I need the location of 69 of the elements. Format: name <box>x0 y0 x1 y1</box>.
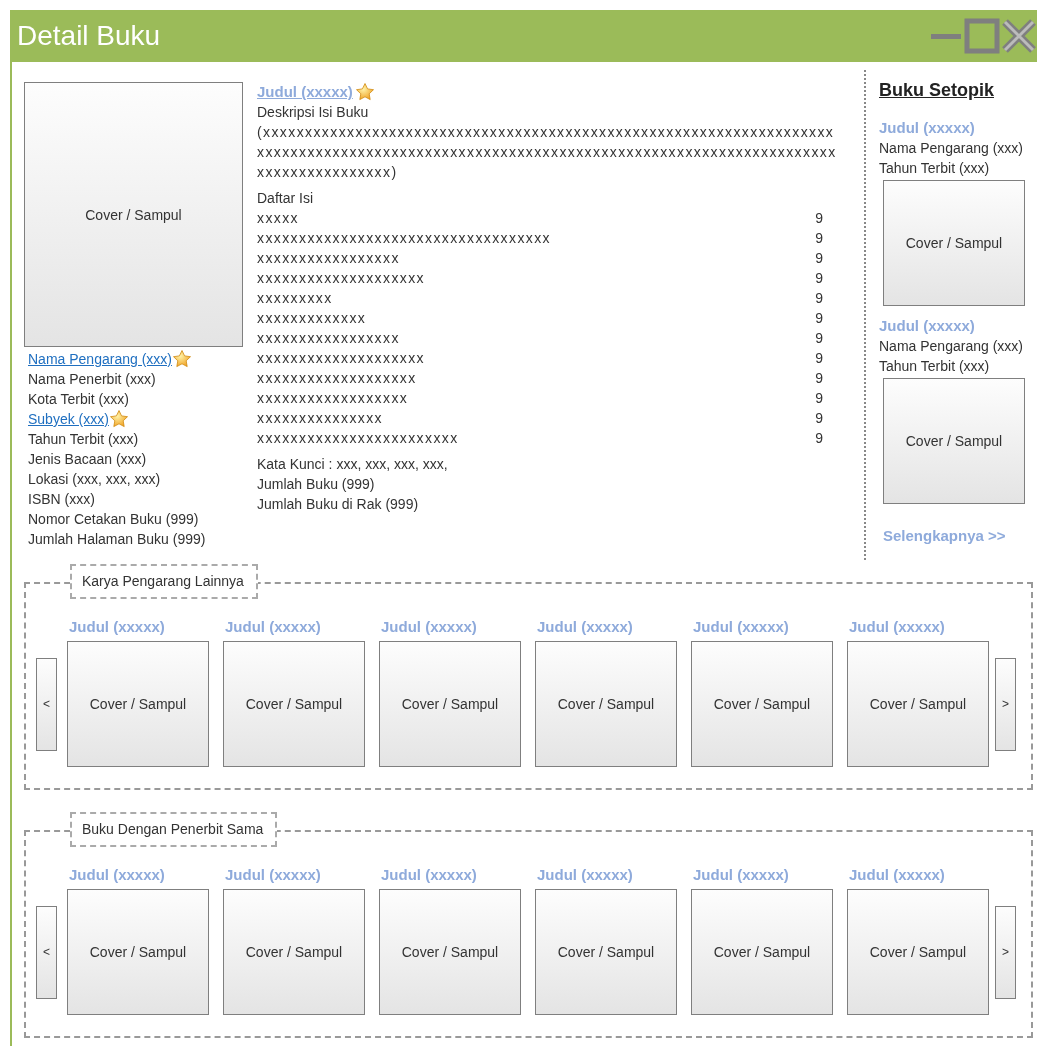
book-info-text: Kata Kunci : xxx, xxx, xxx, xxx, <box>257 455 449 474</box>
toc-entry: xxxxxxxxxxxxxxxxxx <box>257 389 409 408</box>
description-heading: Deskripsi Isi Buku <box>257 103 370 122</box>
close-icon[interactable] <box>1001 17 1037 55</box>
year-text: Tahun Terbit (xxx) <box>879 159 991 178</box>
book-info-text: Jumlah Buku (999) <box>257 475 376 494</box>
book-info-text: Jumlah Buku di Rak (999) <box>257 495 420 514</box>
book-cover[interactable]: Cover / Sampul <box>379 641 521 767</box>
section-label: Karya Pengarang Lainnya <box>70 564 258 599</box>
book-cover[interactable]: Cover / Sampul <box>67 641 209 767</box>
detail-text: Jumlah Halaman Buku (999) <box>28 531 206 547</box>
toc-entry: xxxxxxxxxxxxxxx <box>257 409 383 428</box>
detail-text: Kota Terbit (xxx) <box>28 391 129 407</box>
book-cover[interactable]: Cover / Sampul <box>535 641 677 767</box>
page-number: 9 <box>815 429 824 448</box>
detail-text: Nama Penerbit (xxx) <box>28 371 156 387</box>
toc-entry: xxxxxxxxxxxxx <box>257 309 367 328</box>
book-cover[interactable]: Cover / Sampul <box>847 889 989 1015</box>
detail-link[interactable]: Nama Pengarang (xxx) <box>28 351 172 367</box>
page-number: 9 <box>815 249 824 268</box>
book-cover[interactable]: Cover / Sampul <box>379 889 521 1015</box>
previous-button[interactable]: < <box>36 905 57 999</box>
year-text: Tahun Terbit (xxx) <box>879 357 991 376</box>
next-button[interactable]: > <box>995 905 1016 999</box>
toc-entry: xxxxx <box>257 209 299 228</box>
book-cover: Cover / Sampul <box>24 82 243 347</box>
page-number: 9 <box>815 209 824 228</box>
detail-text: Tahun Terbit (xxx) <box>28 431 139 447</box>
book-cover[interactable]: Cover / Sampul <box>691 889 833 1015</box>
page-number: 9 <box>815 409 824 428</box>
toc-entry: xxxxxxxxxxxxxxxxx <box>257 249 400 268</box>
section-label: Buku Dengan Penerbit Sama <box>70 812 278 847</box>
page-number: 9 <box>815 229 824 248</box>
toc-entry: xxxxxxxxxxxxxxxxxxxxxxxx <box>257 429 459 448</box>
next-button[interactable]: > <box>995 657 1016 751</box>
toc-entry: xxxxxxxxxxxxxxxxxxxx <box>257 349 425 368</box>
toc-heading: Daftar Isi <box>257 189 314 208</box>
toc-entry: xxxxxxxxxxxxxxxxxxxxxxxxxxxxxxxxxxx <box>257 229 551 248</box>
book-cover[interactable]: Cover / Sampul <box>883 180 1025 306</box>
detail-text: Nomor Cetakan Buku (999) <box>28 511 199 527</box>
previous-button[interactable]: < <box>36 657 57 751</box>
page-number: 9 <box>815 389 824 408</box>
detail-text: Lokasi (xxx, xxx, xxx) <box>28 471 161 487</box>
book-cover[interactable]: Cover / Sampul <box>847 641 989 767</box>
detail-text: ISBN (xxx) <box>28 491 95 507</box>
toc-entry: xxxxxxxxxxxxxxxxxxx <box>257 369 417 388</box>
book-cover[interactable]: Cover / Sampul <box>223 641 365 767</box>
book-cover[interactable]: Cover / Sampul <box>691 641 833 767</box>
page-number: 9 <box>815 269 824 288</box>
detail-link[interactable]: Subyek (xxx) <box>28 411 109 427</box>
page-number: 9 <box>815 369 824 388</box>
detail-text: Jenis Bacaan (xxx) <box>28 451 147 467</box>
book-cover[interactable]: Cover / Sampul <box>535 889 677 1015</box>
page-number: 9 <box>815 329 824 348</box>
book-cover[interactable]: Cover / Sampul <box>883 378 1025 504</box>
page-number: 9 <box>815 289 824 308</box>
toc-entry: xxxxxxxxxxxxxxxxx <box>257 329 400 348</box>
toc-entry: xxxxxxxxx <box>257 289 333 308</box>
section-heading: Buku Setopik <box>879 80 994 100</box>
book-cover[interactable]: Cover / Sampul <box>67 889 209 1015</box>
page-number: 9 <box>815 349 824 368</box>
maximize-icon[interactable] <box>963 17 1001 55</box>
description-text: (xxxxxxxxxxxxxxxxxxxxxxxxxxxxxxxxxxxxxxxxxxxxxxxxxxxxxxxxxxxxxxxxxxxxxxxxxxxxxxxxxxxxxxxxxxxxxxxxxxxxxxxxxxxxxxxxxxxxxxxxxxxxxxxxxxxxxxxxxxxxxxxxxxxxxxxxx) <box>257 123 837 182</box>
window-title: Detail Buku <box>17 20 161 52</box>
page-number: 9 <box>815 309 824 328</box>
author-text: Nama Pengarang (xxx) <box>879 139 1024 158</box>
book-cover[interactable]: Cover / Sampul <box>223 889 365 1015</box>
author-text: Nama Pengarang (xxx) <box>879 337 1024 356</box>
toc-entry: xxxxxxxxxxxxxxxxxxxx <box>257 269 425 288</box>
